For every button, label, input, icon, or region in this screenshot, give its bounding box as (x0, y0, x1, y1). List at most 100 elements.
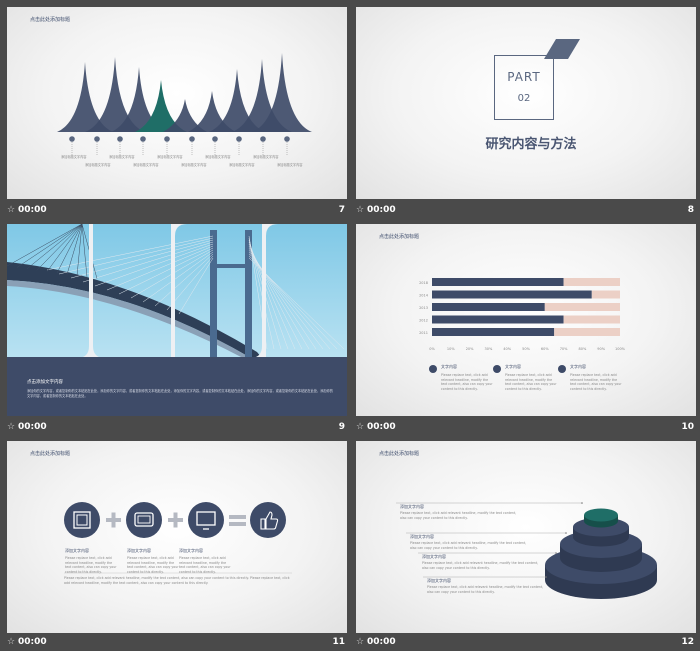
item-label: 添加文字内容 (127, 548, 151, 553)
peak-label: 添加标题文字内容 (253, 155, 279, 159)
bar-segment (432, 315, 564, 324)
slide-timing: 00:00 (367, 422, 396, 432)
bar-segment (554, 328, 620, 336)
slide-thumb-8[interactable]: PART 02 研究内容与方法 ☆ 00:00 8 (356, 7, 696, 221)
category-label: 2018 (419, 281, 428, 285)
slide-thumb-7[interactable]: 点击此处添加标题 添加标题文字内容 添加标题文字内容 添加标题文字内容 添加标题文字内… (7, 7, 347, 221)
x-tick-label: 0% (429, 347, 435, 351)
layer-label: 添加文字内容 (427, 578, 451, 583)
equals-icon (229, 515, 246, 526)
x-tick-label: 10% (447, 347, 455, 351)
part-label: PART (507, 70, 541, 84)
peak-dot (164, 136, 170, 142)
bar-segment (432, 303, 545, 311)
monitor-icon (188, 502, 224, 538)
category-label: 2011 (419, 331, 428, 335)
slide-7-canvas[interactable]: 点击此处添加标题 添加标题文字内容 添加标题文字内容 添加标题文字内容 添加标题文字内… (7, 7, 347, 199)
peak-label: 添加标题文字内容 (157, 155, 183, 159)
image-icon (64, 502, 100, 538)
peak-label: 添加标题文字内容 (61, 155, 87, 159)
slide-thumb-12[interactable]: 点击此处添加标题 添加文字内容 Please replace text, cli… (356, 441, 696, 649)
peak-label: 添加标题文字内容 (109, 155, 135, 159)
slide-12-canvas[interactable]: 点击此处添加标题 添加文字内容 Please replace text, cli… (356, 441, 696, 633)
slide-meta: ☆ 00:00 7 (7, 205, 347, 219)
slide-number: 9 (338, 422, 345, 432)
slide-meta: ☆ 00:00 9 (7, 422, 347, 436)
slide-number: 7 (338, 205, 345, 215)
item-desc: Please replace text, click add relevant … (179, 556, 231, 574)
slide-timing: 00:00 (367, 205, 396, 215)
section-heading: 研究内容与方法 (485, 137, 577, 152)
layer-label: 添加文字内容 (410, 534, 434, 539)
thumbs-up-icon (250, 502, 286, 538)
x-tick-label: 40% (503, 347, 511, 351)
bar-segment (432, 328, 555, 336)
slide-10-canvas[interactable]: 点击此处添加标题 0% 10% 20% 30% 40% 50% 60% 70% 80% 90% 10… (356, 224, 696, 416)
slide-timing: 00:00 (18, 205, 47, 215)
slide-meta: ☆ 00:00 10 (356, 422, 696, 436)
bar-segment (563, 278, 620, 286)
peak-dot (189, 136, 195, 142)
bar-segment (591, 290, 620, 299)
peak-dot (69, 136, 75, 142)
stacked-cone-diagram (396, 502, 657, 599)
peak-label: 添加标题文字内容 (205, 155, 231, 159)
band-title: 点击添加文字内容 (27, 380, 63, 385)
x-tick-label: 90% (597, 347, 605, 351)
legend-dot (429, 365, 437, 373)
slide-number: 8 (687, 205, 694, 215)
peak-dot (94, 136, 100, 142)
slide-number: 11 (332, 637, 345, 647)
peak-label: 添加标题文字内容 (133, 163, 159, 167)
legend-dot (493, 365, 501, 373)
cone-layer-top (584, 508, 618, 528)
item-label: 添加文字内容 (179, 548, 203, 553)
x-tick-label: 30% (485, 347, 493, 351)
peak-dot (117, 136, 123, 142)
bar-segment (563, 315, 620, 324)
star-icon: ☆ (356, 205, 365, 215)
connector-dot (565, 532, 567, 534)
slide-thumb-10[interactable]: 点击此处添加标题 0% 10% 20% 30% 40% 50% 60% 70% 80% 90% 10… (356, 224, 696, 438)
text-band: 点击添加文字内容 添加你的文字内容，或者复制你的文本粘贴在此处，添加你的文字内容… (7, 357, 347, 416)
peak-label: 添加标题文字内容 (277, 163, 303, 167)
category-label: 2013 (419, 306, 428, 310)
layer-desc: Please replace text, click add relevant … (410, 541, 527, 550)
item-desc: Please replace text, click add relevant … (65, 556, 117, 574)
peak-dot (140, 136, 146, 142)
x-tick-label: 80% (579, 347, 587, 351)
bar-segment (544, 303, 620, 311)
star-icon: ☆ (7, 422, 16, 432)
item-desc: Please replace text, click add relevant … (127, 556, 179, 574)
x-tick-label: 70% (560, 347, 568, 351)
legend-title: 文字内容 (441, 364, 457, 369)
legend-text: Please replace text, click add relevant … (505, 373, 557, 391)
x-tick-label: 60% (541, 347, 549, 351)
slide-thumb-9[interactable]: 点击添加文字内容 添加你的文字内容，或者复制你的文本粘贴在此处，添加你的文字内容… (7, 224, 347, 438)
plus-icon (168, 512, 183, 528)
peak-label: 添加标题文字内容 (85, 163, 111, 167)
category-label: 2014 (419, 294, 429, 298)
bar-segment (432, 290, 592, 299)
slide-number: 10 (681, 422, 694, 432)
slide-8-canvas[interactable]: PART 02 研究内容与方法 (356, 7, 696, 199)
slide-9-canvas[interactable]: 点击添加文字内容 添加你的文字内容，或者复制你的文本粘贴在此处，添加你的文字内容… (7, 224, 347, 416)
bar-segment (432, 278, 564, 286)
peak-label: 添加标题文字内容 (181, 163, 207, 167)
slide-11-canvas[interactable]: 点击此处添加标题 添加文字内容 Please replace text, cli… (7, 441, 347, 633)
x-tick-label: 100% (615, 347, 626, 351)
slide-meta: ☆ 00:00 8 (356, 205, 696, 219)
part-number: 02 (517, 93, 531, 104)
x-tick-label: 50% (522, 347, 530, 351)
part-box: PART 02 (494, 55, 554, 120)
connector-dot (581, 502, 583, 504)
slide-thumb-11[interactable]: 点击此处添加标题 添加文字内容 Please replace text, cli… (7, 441, 347, 649)
layer-desc: Please replace text, click add relevant … (400, 511, 517, 520)
plus-icon (106, 512, 121, 528)
icon-equation (64, 502, 292, 574)
peaks-chart (57, 53, 312, 155)
peak-label: 添加标题文字内容 (229, 163, 255, 167)
layer-desc: Please replace text, click add relevant … (427, 585, 544, 594)
star-icon: ☆ (7, 637, 16, 647)
star-icon: ☆ (356, 637, 365, 647)
